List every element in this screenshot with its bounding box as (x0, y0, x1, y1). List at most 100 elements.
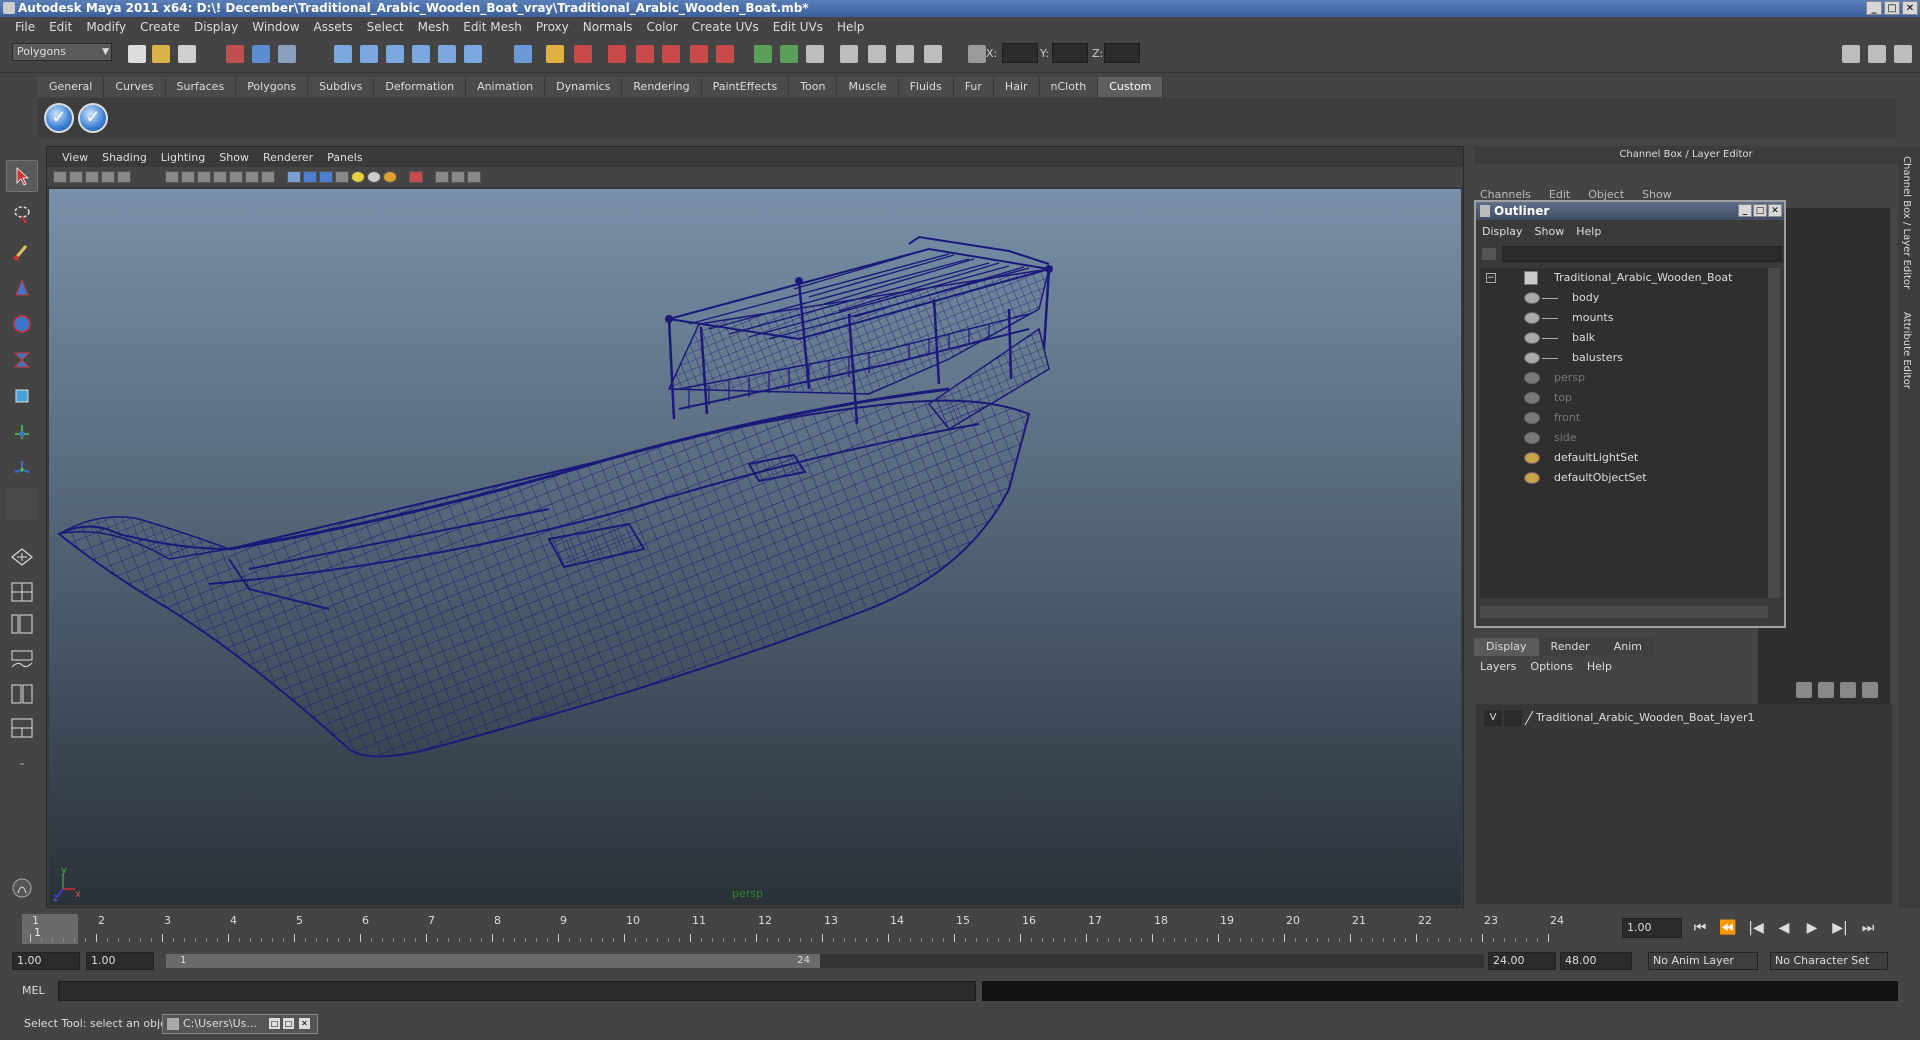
textured-icon[interactable] (335, 171, 349, 183)
current-frame-field[interactable]: 1.00 (1622, 918, 1682, 938)
all-lights-icon[interactable] (367, 171, 381, 183)
go-to-end-icon[interactable]: ⏭ (1858, 918, 1878, 938)
layer-visibility-toggle[interactable]: V (1484, 710, 1502, 726)
make-live-icon[interactable] (438, 45, 456, 63)
outliner-item-mounts[interactable]: mounts (1480, 308, 1768, 328)
gate-mask-icon[interactable] (213, 171, 227, 183)
restore-icon[interactable]: □ (269, 1018, 280, 1029)
hud-icon[interactable] (467, 171, 481, 183)
persp-graph-layout-icon[interactable] (6, 644, 38, 676)
safe-action-icon[interactable] (245, 171, 259, 183)
outliner-close-button[interactable]: ✕ (1768, 204, 1782, 217)
menu-edit[interactable]: Edit (42, 20, 79, 34)
manipulator-tool-icon[interactable] (6, 380, 38, 412)
outliner-filter-input[interactable] (1502, 246, 1782, 262)
viewport-menu-show[interactable]: Show (212, 151, 256, 164)
outliner-vertical-scrollbar[interactable] (1768, 268, 1780, 598)
scale-tool-icon[interactable] (6, 344, 38, 376)
menu-edit-mesh[interactable]: Edit Mesh (456, 20, 529, 34)
hypershade-icon[interactable] (690, 45, 708, 63)
outliner-item-front[interactable]: front (1480, 408, 1768, 428)
shelf-tab-painteffects[interactable]: PaintEffects (701, 77, 790, 97)
shelf-tab-ncloth[interactable]: nCloth (1039, 77, 1099, 97)
ipr-render-icon[interactable] (636, 45, 654, 63)
snap-plane-icon[interactable] (412, 45, 430, 63)
dope-sheet-icon[interactable] (924, 45, 942, 63)
menu-modify[interactable]: Modify (79, 20, 133, 34)
smooth-shade-icon[interactable] (303, 171, 317, 183)
collapse-icon[interactable]: − (1486, 273, 1496, 283)
check-icon[interactable]: ✓ (44, 103, 74, 133)
menu-create[interactable]: Create (133, 20, 187, 34)
menu-assets[interactable]: Assets (307, 20, 360, 34)
select-object-icon[interactable] (252, 45, 270, 63)
shelf-tab-subdivs[interactable]: Subdivs (308, 77, 375, 97)
y-field[interactable] (1052, 43, 1088, 63)
character-set-dropdown[interactable]: No Character Set (1770, 952, 1888, 970)
wireframe-on-shaded-icon[interactable] (319, 171, 333, 183)
new-layer-from-selection-icon[interactable] (1862, 682, 1878, 698)
lasso-tool-icon[interactable] (6, 198, 38, 230)
shelf-tab-animation[interactable]: Animation (466, 77, 546, 97)
film-gate-icon[interactable] (181, 171, 195, 183)
show-manipulator-icon[interactable] (6, 452, 38, 484)
show-ui-icon[interactable] (754, 45, 772, 63)
graph-editor-icon[interactable] (896, 45, 914, 63)
side-tab-attribute-editor[interactable]: Attribute Editor (1901, 312, 1912, 389)
layer-playback-toggle[interactable] (1504, 710, 1522, 726)
grid-icon[interactable] (165, 171, 179, 183)
paint-select-tool-icon[interactable] (6, 236, 38, 268)
toggle-panel-icon[interactable] (780, 45, 798, 63)
layer-tab-anim[interactable]: Anim (1601, 638, 1654, 656)
wireframe-icon[interactable] (287, 171, 301, 183)
playback-start-field[interactable]: 1.00 (86, 952, 154, 970)
menu-select[interactable]: Select (360, 20, 411, 34)
hypergraph-icon[interactable] (840, 45, 858, 63)
animation-start-field[interactable]: 1.00 (12, 952, 80, 970)
two-d-pan-icon[interactable] (117, 171, 131, 183)
filter-icon[interactable] (1482, 248, 1496, 260)
soft-mod-tool-icon[interactable] (6, 416, 38, 448)
step-forward-frame-icon[interactable]: ▶| (1830, 918, 1850, 938)
maximize-icon[interactable]: □ (283, 1018, 294, 1029)
more-layouts-icon[interactable] (6, 748, 38, 780)
shelf-tab-fluids[interactable]: Fluids (898, 77, 954, 97)
outliner-minimize-button[interactable]: _ (1738, 204, 1752, 217)
snap-point-icon[interactable] (386, 45, 404, 63)
shelf-tab-deformation[interactable]: Deformation (374, 77, 467, 97)
side-tab-channel-box[interactable]: Channel Box / Layer Editor (1901, 156, 1912, 289)
range-slider-thumb[interactable]: 1 24 (166, 954, 820, 968)
shelf-tab-muscle[interactable]: Muscle (837, 77, 899, 97)
snap-curve-icon[interactable] (360, 45, 378, 63)
construction-history-icon[interactable] (546, 45, 564, 63)
viewport-menu-view[interactable]: View (55, 151, 95, 164)
anim-layer-dropdown[interactable]: No Anim Layer (1648, 952, 1758, 970)
image-plane-icon[interactable] (101, 171, 115, 183)
boat-wireframe-model[interactable]: y x z (49, 189, 1461, 905)
move-layer-down-icon[interactable] (1818, 682, 1834, 698)
outliner-menu-help[interactable]: Help (1576, 225, 1601, 238)
menu-mesh[interactable]: Mesh (411, 20, 457, 34)
save-scene-icon[interactable] (178, 45, 196, 63)
shelf-tab-custom[interactable]: Custom (1098, 77, 1164, 97)
input-ops-icon[interactable] (574, 45, 592, 63)
outliner-item-side[interactable]: side (1480, 428, 1768, 448)
new-empty-layer-icon[interactable] (1840, 682, 1856, 698)
layer-tab-display[interactable]: Display (1474, 638, 1539, 656)
shelf-tab-polygons[interactable]: Polygons (236, 77, 309, 97)
outliner-item-body[interactable]: body (1480, 288, 1768, 308)
persp-graph-hypergraph-layout-icon[interactable] (6, 712, 38, 744)
perspective-view-canvas[interactable]: y x z persp (49, 189, 1461, 905)
shelf-tab-surfaces[interactable]: Surfaces (165, 77, 237, 97)
shadows-icon[interactable] (383, 171, 397, 183)
select-component-icon[interactable] (278, 45, 296, 63)
outliner-icon[interactable] (868, 45, 886, 63)
move-tool-icon[interactable] (6, 272, 38, 304)
select-camera-icon[interactable] (53, 171, 67, 183)
menu-display[interactable]: Display (187, 20, 245, 34)
play-backwards-icon[interactable]: ◀ (1774, 918, 1794, 938)
move-layer-up-icon[interactable] (1796, 682, 1812, 698)
four-view-layout-icon[interactable] (6, 576, 38, 608)
viewport-menu-renderer[interactable]: Renderer (256, 151, 320, 164)
command-language-label[interactable]: MEL (22, 984, 45, 997)
